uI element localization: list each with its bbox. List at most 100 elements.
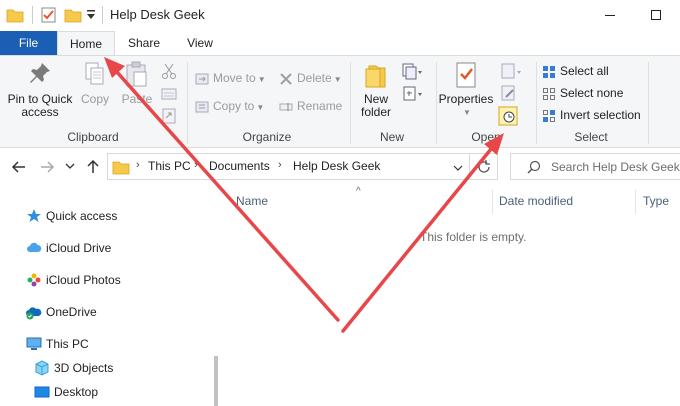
nav-item-label: iCloud Drive [46,241,112,255]
move-to-label: Move to [213,71,256,85]
select-none-button[interactable]: Select none [542,83,623,103]
invert-selection-label: Invert selection [560,108,641,122]
refresh-button[interactable] [470,153,498,180]
copy-icon [85,62,104,85]
copy-to-button[interactable]: Copy to ▼ [195,96,264,116]
new-item-icon[interactable] [401,62,423,83]
invert-selection-icon [543,109,555,122]
ribbon: Pin to Quick access Copy Paste Clipboard… [0,55,680,148]
breadcrumb-documents[interactable]: Documents [209,159,270,173]
3d-objects-icon [35,360,49,376]
customize-dropdown-icon[interactable] [86,9,96,24]
copy-label: Copy [80,92,109,106]
tab-file[interactable]: File [0,31,57,55]
title-bar: Help Desk Geek [0,0,680,31]
new-folder-big-icon [365,65,386,88]
open-icon[interactable] [500,62,522,83]
new-group-label: New [379,130,404,144]
select-all-button[interactable]: Select all [542,61,609,81]
move-to-icon [195,73,209,85]
search-box[interactable]: Search Help Desk Geek [510,153,680,180]
search-icon [527,160,541,174]
history-icon[interactable] [498,106,518,129]
recent-locations-icon[interactable] [64,160,82,178]
folder-icon [6,6,24,27]
select-none-label: Select none [560,86,624,100]
navigation-bar: › This PC › Documents › Help Desk Geek S… [0,148,680,186]
forward-arrow-icon[interactable] [38,158,56,176]
back-arrow-icon[interactable] [10,158,28,176]
move-to-button[interactable]: Move to ▼ [195,68,266,88]
up-arrow-icon[interactable] [84,158,102,176]
group-separator [648,62,649,144]
pin-to-quick-access-button[interactable]: Pin to Quick access [4,60,76,119]
rename-icon [279,102,293,111]
select-all-label: Select all [560,64,609,78]
maximize-icon[interactable] [644,4,668,26]
chevron-right-icon[interactable]: › [194,159,198,171]
copy-button[interactable]: Copy [76,60,114,106]
open-group-label: Open [471,130,501,144]
properties-label: Properties [438,92,494,106]
refresh-icon [478,160,490,173]
new-folder-icon[interactable] [64,6,82,27]
new-folder-label-line2: folder [360,105,392,119]
search-placeholder: Search Help Desk Geek [551,160,680,174]
window-title: Help Desk Geek [110,7,205,22]
rename-button[interactable]: Rename [279,96,342,116]
title-separator [102,6,103,24]
clipboard-group-label: Clipboard [67,130,119,144]
group-separator [350,62,351,144]
address-bar[interactable]: › This PC › Documents › Help Desk Geek [107,153,470,180]
paste-icon [126,61,147,87]
pin-label-line2: access [21,105,59,119]
select-all-icon [543,65,555,78]
properties-button[interactable]: Properties ▼ [438,60,494,119]
computer-icon [26,337,42,350]
breadcrumb-this-pc[interactable]: This PC [148,159,191,173]
nav-item-label: This PC [46,337,89,351]
properties-icon [456,62,476,88]
icloud-photos-icon [27,273,41,287]
column-divider[interactable] [635,190,636,214]
star-icon [27,209,41,222]
column-header-name[interactable]: Name [236,194,268,208]
paste-shortcut-icon[interactable] [160,107,178,128]
copy-to-icon [195,101,209,113]
paste-label: Paste [121,92,153,106]
edit-icon[interactable] [500,84,518,105]
chevron-right-icon[interactable]: › [278,159,282,171]
breadcrumb-help-desk-geek[interactable]: Help Desk Geek [293,159,380,173]
group-separator [536,62,537,144]
column-header-type[interactable]: Type [643,194,669,208]
tab-share[interactable]: Share [120,31,168,55]
onedrive-icon [26,307,42,320]
column-divider[interactable] [492,190,493,214]
properties-checkbox-icon[interactable] [40,6,58,27]
chevron-right-icon[interactable]: › [136,159,140,171]
navigation-pane: Quick access iCloud Drive iCloud Photos … [0,196,218,406]
minimize-icon[interactable] [598,4,622,26]
address-dropdown-icon[interactable] [453,162,463,176]
cut-icon[interactable] [160,62,178,83]
column-header-date-modified[interactable]: Date modified [499,194,573,208]
delete-button[interactable]: Delete ▼ [279,68,342,88]
nav-item-label: OneDrive [46,305,97,319]
new-folder-button[interactable]: New folder [355,60,397,119]
copy-path-icon[interactable] [160,85,178,106]
tab-home[interactable]: Home [57,31,115,56]
organize-group-label: Organize [242,130,292,144]
easy-access-icon[interactable] [401,84,423,105]
copy-to-label: Copy to [213,99,255,113]
select-none-icon [543,87,555,100]
paste-button[interactable]: Paste [118,60,156,106]
invert-selection-button[interactable]: Invert selection [542,105,641,125]
nav-item-label: Desktop [54,385,99,399]
tab-view[interactable]: View [176,31,224,55]
pin-icon [30,63,50,83]
delete-icon [280,73,292,85]
file-list: ^ Name Date modified Type This folder is… [218,186,680,406]
sort-caret-icon: ^ [356,186,361,197]
folder-icon [112,158,130,179]
properties-dropdown-icon[interactable]: ▼ [440,106,494,119]
